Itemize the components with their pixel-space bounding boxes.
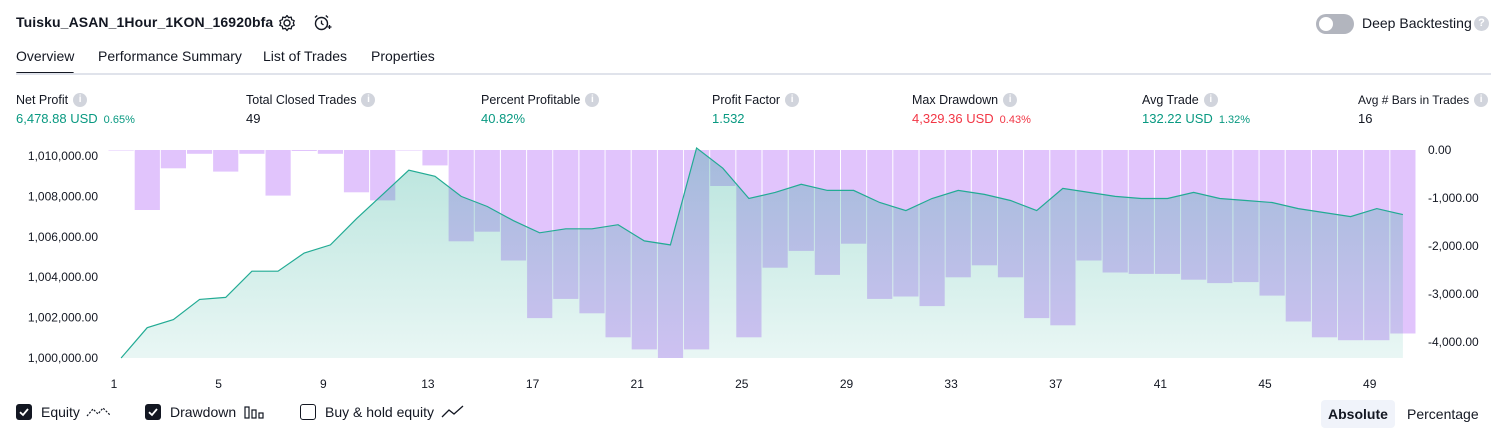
- x-tick-label: 49: [1363, 377, 1377, 391]
- x-tick-label: 13: [421, 377, 435, 391]
- info-icon[interactable]: i: [73, 93, 88, 107]
- metric-value: 49: [246, 111, 261, 126]
- drawdown-tick-label: 0.00: [1428, 143, 1452, 157]
- metric-percent: 0.65%: [103, 114, 135, 126]
- equity-tick-label: 1,004,000.00: [28, 270, 98, 284]
- metric-label: Total Closed Trades: [246, 93, 357, 107]
- trade-x-axis: 1 5 9 13 17 21 25 29 33 37 41 45 49: [111, 377, 1377, 391]
- drawdown-bar: [343, 150, 370, 193]
- drawdown-bar: [291, 150, 317, 151]
- tab-list-of-trades[interactable]: List of Trades: [263, 48, 347, 64]
- drawdown-tick-label: -1,000.00: [1428, 191, 1479, 205]
- x-tick-label: 17: [526, 377, 540, 391]
- drawdown-bar: [265, 150, 291, 196]
- settings-gear-icon[interactable]: [277, 13, 297, 33]
- drawdown-bar: [396, 150, 422, 151]
- drawdown-bar: [213, 150, 239, 172]
- trend-line-icon: [441, 405, 464, 418]
- tab-properties[interactable]: Properties: [371, 48, 435, 64]
- tab-overview[interactable]: Overview: [16, 48, 75, 75]
- equity-tick-label: 1,008,000.00: [28, 189, 98, 203]
- metric-label: Avg # Bars in Trades: [1358, 93, 1470, 107]
- metric-net-profit: Net Profit i 6,478.88 USD 0.65%: [16, 93, 135, 126]
- strategy-title: Tuisku_ASAN_1Hour_1KON_16920bfa: [16, 14, 274, 30]
- equity-y-axis: 1,000,000.00 1,002,000.00 1,004,000.00 1,00…: [28, 149, 98, 365]
- percentage-button[interactable]: Percentage: [1400, 400, 1486, 428]
- legend-label: Buy & hold equity: [325, 404, 434, 420]
- metric-label: Avg Trade: [1142, 93, 1199, 107]
- drawdown-tick-label: -3,000.00: [1428, 287, 1479, 301]
- metric-avg-trade: Avg Trade i 132.22 USD 1.32%: [1142, 93, 1250, 126]
- equity-tick-label: 1,006,000.00: [28, 230, 98, 244]
- equity-tick-label: 1,010,000.00: [28, 149, 98, 163]
- toggle-knob: [1319, 17, 1333, 31]
- metric-max-drawdown: Max Drawdown i 4,329.36 USD 0.43%: [912, 93, 1031, 126]
- tabs-divider: [16, 73, 1491, 75]
- bar-chart-icon: [244, 406, 264, 419]
- drawdown-bar: [134, 150, 160, 210]
- metric-label: Profit Factor: [712, 93, 781, 107]
- metric-value: 1.532: [712, 111, 745, 126]
- add-alert-clock-icon[interactable]: [312, 13, 332, 33]
- metric-label: Percent Profitable: [481, 93, 581, 107]
- drawdown-y-axis: 0.00 -1,000.00 -2,000.00 -3,000.00 -4,000.00: [1428, 143, 1479, 349]
- drawdown-bar: [317, 150, 343, 154]
- metric-value: 4,329.36 USD: [912, 111, 994, 126]
- legend-buy-hold-equity[interactable]: Buy & hold equity: [300, 404, 465, 420]
- legend-equity[interactable]: Equity: [16, 404, 112, 420]
- legend-label: Equity: [41, 404, 80, 420]
- info-icon[interactable]: i: [1203, 93, 1218, 107]
- metric-percent: 0.43%: [999, 114, 1031, 126]
- equity-line-icon: [86, 407, 111, 417]
- x-tick-label: 9: [320, 377, 327, 391]
- deep-backtesting-toggle[interactable]: [1316, 14, 1354, 34]
- metric-label: Net Profit: [16, 93, 69, 107]
- x-tick-label: 5: [215, 377, 222, 391]
- x-tick-label: 45: [1258, 377, 1272, 391]
- equity-tick-label: 1,000,000.00: [28, 351, 98, 365]
- drawdown-tick-label: -4,000.00: [1428, 335, 1479, 349]
- metric-profit-factor: Profit Factor i 1.532: [712, 93, 800, 126]
- info-icon[interactable]: i: [361, 93, 376, 107]
- drawdown-tick-label: -2,000.00: [1428, 239, 1479, 253]
- equity-tick-label: 1,002,000.00: [28, 311, 98, 325]
- metric-total-closed-trades: Total Closed Trades i 49: [246, 93, 376, 126]
- x-tick-label: 37: [1049, 377, 1063, 391]
- absolute-button[interactable]: Absolute: [1321, 400, 1395, 428]
- metric-avg-bars-in-trades: Avg # Bars in Trades i 16: [1358, 93, 1489, 126]
- drawdown-bar: [108, 150, 134, 151]
- drawdown-bar: [422, 150, 448, 166]
- metric-value: 16: [1358, 111, 1373, 126]
- info-icon[interactable]: i: [585, 93, 600, 107]
- info-icon[interactable]: i: [785, 93, 800, 107]
- metric-percent-profitable: Percent Profitable i 40.82%: [481, 93, 600, 126]
- metric-value: 40.82%: [481, 111, 526, 126]
- drawdown-bar: [160, 150, 186, 169]
- buy-hold-checkbox[interactable]: [300, 404, 316, 420]
- drawdown-bar: [187, 150, 213, 154]
- equity-checkbox[interactable]: [16, 404, 32, 420]
- x-tick-label: 29: [840, 377, 854, 391]
- x-tick-label: 25: [735, 377, 749, 391]
- metric-value: 6,478.88 USD: [16, 111, 98, 126]
- deep-backtesting-label: Deep Backtesting: [1362, 15, 1472, 31]
- info-icon[interactable]: i: [1003, 93, 1018, 107]
- metric-label: Max Drawdown: [912, 93, 999, 107]
- x-tick-label: 1: [111, 377, 118, 391]
- drawdown-checkbox[interactable]: [145, 404, 161, 420]
- x-tick-label: 41: [1154, 377, 1168, 391]
- x-tick-label: 21: [631, 377, 645, 391]
- equity-drawdown-chart[interactable]: 1,000,000.00 1,002,000.00 1,004,000.00 1,00…: [0, 140, 1507, 398]
- metric-percent: 1.32%: [1218, 114, 1251, 126]
- legend-label: Drawdown: [170, 404, 237, 420]
- x-tick-label: 33: [944, 377, 958, 391]
- help-question-icon[interactable]: ?: [1474, 16, 1489, 31]
- drawdown-bar: [239, 150, 265, 154]
- legend-drawdown[interactable]: Drawdown: [145, 404, 266, 420]
- metric-value: 132.22 USD: [1142, 111, 1213, 126]
- tab-performance-summary[interactable]: Performance Summary: [98, 48, 242, 64]
- info-icon[interactable]: i: [1474, 93, 1489, 107]
